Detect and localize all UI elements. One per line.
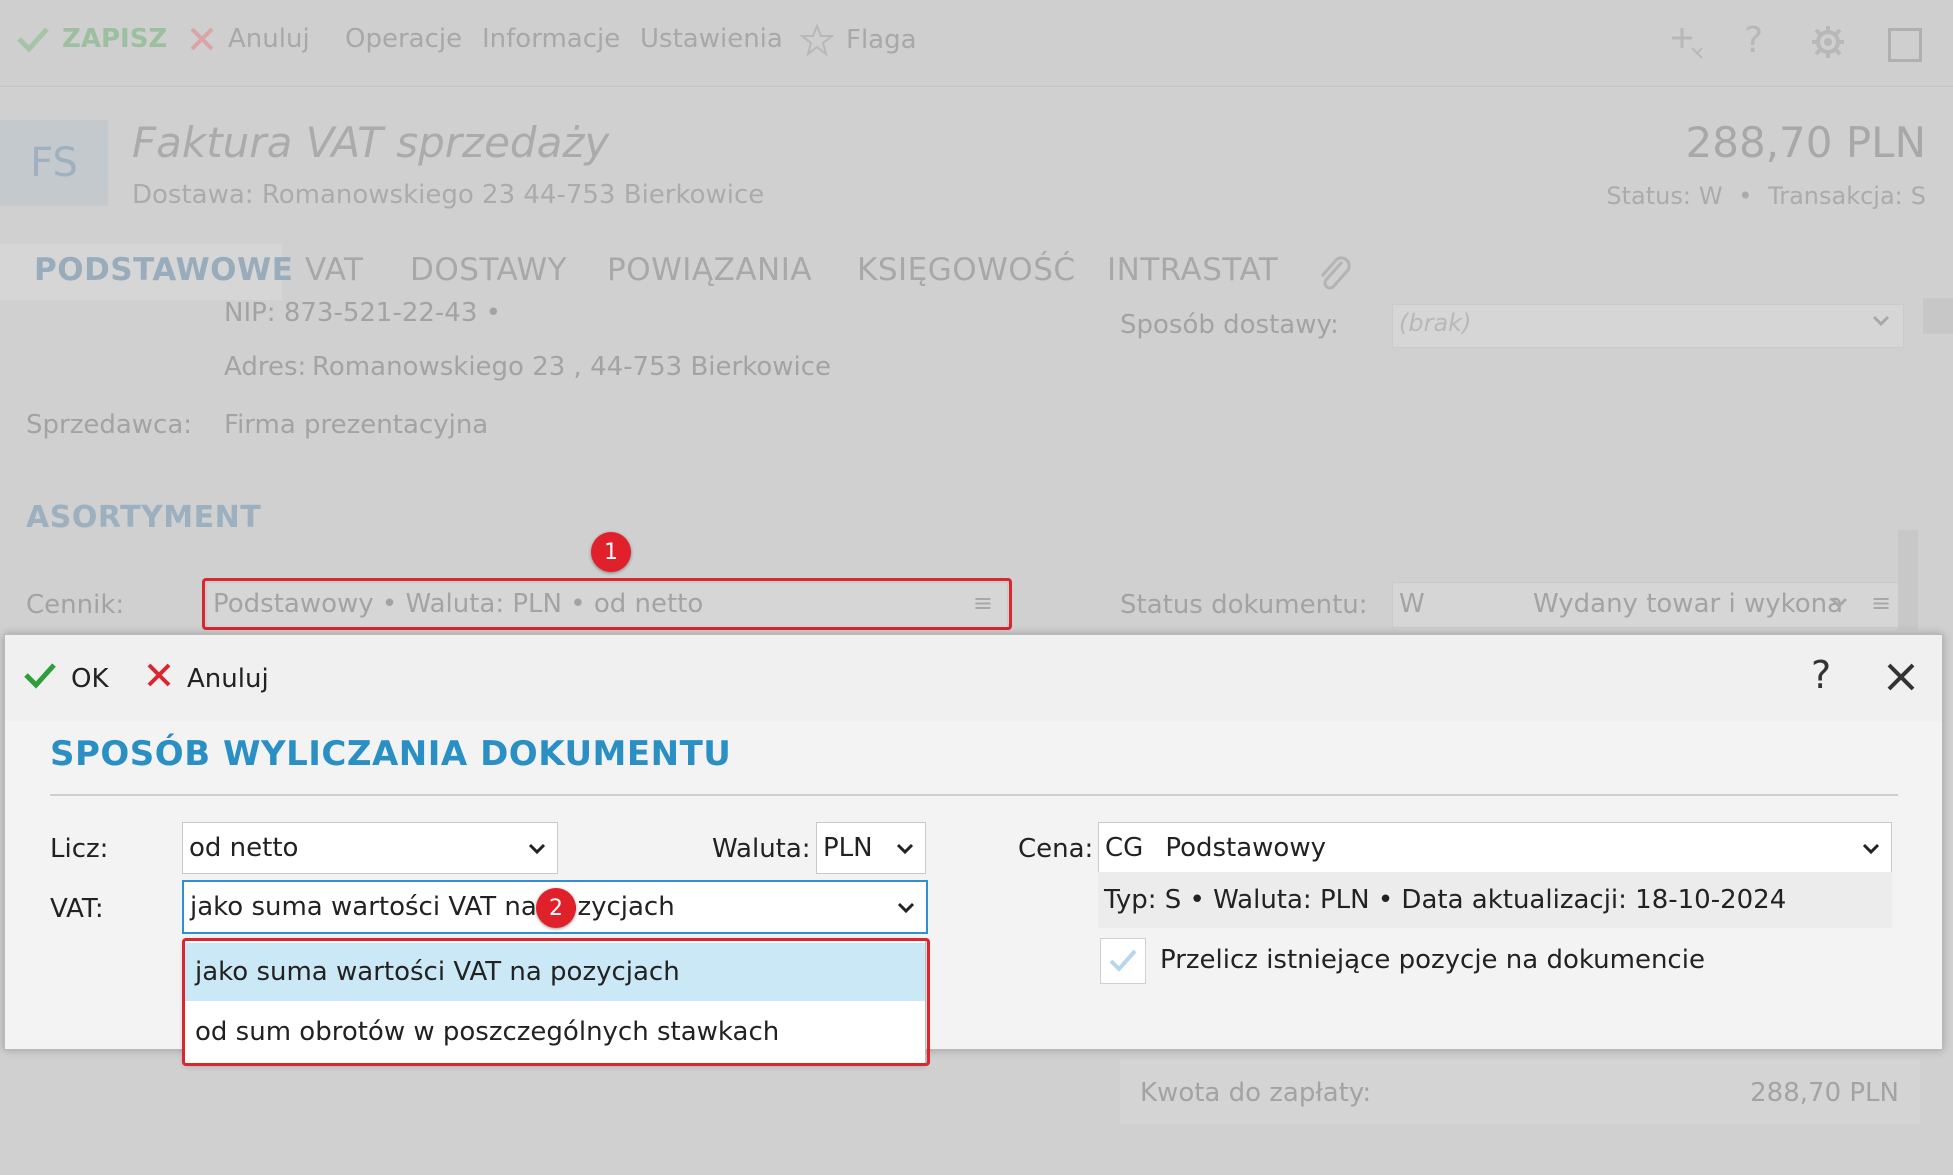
assortment-section-title: ASORTYMENT xyxy=(26,500,262,535)
seller-label: Sprzedawca: xyxy=(26,410,193,440)
document-type-badge: FS xyxy=(0,120,108,206)
chevron-down-icon xyxy=(896,892,916,922)
tab-powiazania[interactable]: POWIĄZANIA xyxy=(607,252,812,288)
maximize-icon[interactable] xyxy=(1888,28,1922,62)
check-icon xyxy=(1109,949,1137,972)
paperclip-icon[interactable] xyxy=(1314,254,1354,300)
ok-button[interactable]: OK xyxy=(23,661,109,696)
price-label: Cena: xyxy=(1018,834,1094,864)
close-icon xyxy=(188,25,216,53)
currency-select[interactable]: PLN xyxy=(816,822,926,874)
document-title: Faktura VAT sprzedaży xyxy=(132,118,610,167)
chevron-down-icon xyxy=(527,833,547,863)
information-menu[interactable]: Informacje xyxy=(482,24,620,54)
delivery-method-select[interactable]: (brak) xyxy=(1392,304,1904,348)
help-icon[interactable]: ? xyxy=(1811,653,1831,697)
scroll-arrow[interactable] xyxy=(1923,298,1953,334)
help-icon[interactable]: ? xyxy=(1744,20,1763,61)
highlight-box-dropdown xyxy=(182,938,930,1066)
step-marker-1: 1 xyxy=(591,532,631,572)
count-label: Licz: xyxy=(50,834,109,864)
currency-label: Waluta: xyxy=(712,834,811,864)
dialog-title: SPOSÓB WYLICZANIA DOKUMENTU xyxy=(50,734,732,774)
close-dialog-icon[interactable] xyxy=(1885,661,1917,697)
to-pay-label: Kwota do zapłaty: xyxy=(1140,1078,1372,1108)
title-divider xyxy=(50,794,1898,796)
chevron-down-icon xyxy=(1871,313,1891,332)
settings-menu[interactable]: Ustawienia xyxy=(640,24,783,54)
pricelist-label: Cennik: xyxy=(26,590,125,620)
tab-vat[interactable]: VAT xyxy=(305,252,363,288)
menu-lines-icon: ≡ xyxy=(1871,589,1892,617)
star-icon xyxy=(800,24,834,56)
highlight-box-pricelist xyxy=(202,578,1012,630)
delivery-address: Dostawa: Romanowskiego 23 44-753 Bierkow… xyxy=(132,180,765,210)
chevron-down-icon xyxy=(1861,833,1881,863)
tab-intrastat[interactable]: INTRASTAT xyxy=(1107,252,1278,288)
dialog-toolbar: OK Anuluj ? xyxy=(5,635,1942,721)
document-status-select[interactable]: W Wydany towar i wykona ≡ xyxy=(1392,582,1904,628)
check-icon xyxy=(16,25,50,53)
nip-value: NIP: 873-521-22-43 • xyxy=(224,298,501,328)
seller-value: Firma prezentacyjna xyxy=(224,410,489,440)
address-label: Adres: xyxy=(224,352,307,382)
delivery-method-label: Sposób dostawy: xyxy=(1120,310,1339,340)
flag-button[interactable]: Flaga xyxy=(800,24,917,56)
scrollbar[interactable] xyxy=(1898,530,1918,630)
recalculate-checkbox[interactable] xyxy=(1100,938,1146,984)
gear-icon[interactable] xyxy=(1810,24,1846,64)
cancel-button[interactable]: Anuluj xyxy=(188,24,310,54)
document-amount: 288,70 PLN xyxy=(1685,118,1926,167)
document-status-label: Status dokumentu: xyxy=(1120,590,1368,620)
tab-dostawy[interactable]: DOSTAWY xyxy=(410,252,567,288)
count-select[interactable]: od netto xyxy=(182,822,558,874)
chevron-down-icon xyxy=(1829,595,1849,614)
add-icon[interactable] xyxy=(1668,24,1706,66)
tab-ksiegowosc[interactable]: KSIĘGOWOŚĆ xyxy=(857,252,1076,288)
operations-menu[interactable]: Operacje xyxy=(345,24,462,54)
price-select[interactable]: CG Podstawowy xyxy=(1098,822,1892,874)
check-icon xyxy=(23,661,57,696)
document-status-line: Status: W • Transakcja: S xyxy=(1606,182,1926,210)
recalculate-label: Przelicz istniejące pozycje na dokumenci… xyxy=(1160,945,1705,975)
tab-podstawowe[interactable]: PODSTAWOWE xyxy=(34,252,293,288)
save-button[interactable]: ZAPISZ xyxy=(16,24,167,54)
close-icon xyxy=(145,661,173,696)
to-pay-value: 288,70 PLN xyxy=(1750,1078,1899,1108)
main-toolbar: ZAPISZ Anuluj Operacje Informacje Ustawi… xyxy=(0,0,1953,87)
address-value: Romanowskiego 23 , 44-753 Bierkowice xyxy=(312,352,832,382)
chevron-down-icon xyxy=(895,833,915,863)
price-info: Typ: S • Waluta: PLN • Data aktualizacji… xyxy=(1098,872,1892,928)
step-marker-2: 2 xyxy=(536,888,576,928)
dialog-cancel-button[interactable]: Anuluj xyxy=(145,661,269,696)
vat-label: VAT: xyxy=(50,894,104,924)
